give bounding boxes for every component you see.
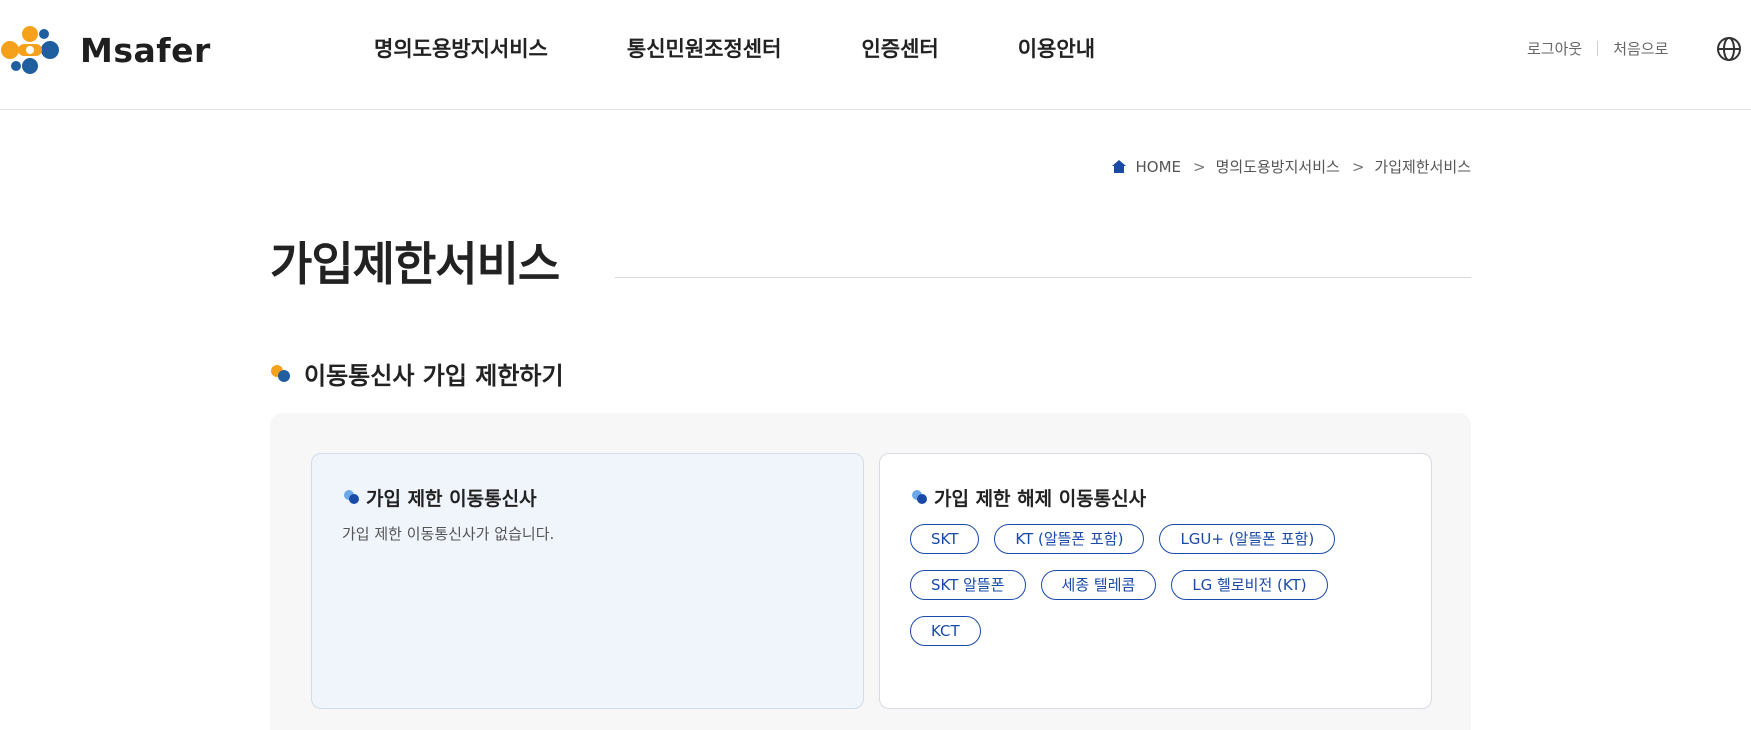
- chevron-right-icon: >: [1351, 157, 1365, 176]
- card-bullet-icon: [912, 490, 927, 504]
- carrier-tag-kt[interactable]: KT (알뜰폰 포함): [994, 524, 1145, 554]
- utility-links: 로그아웃 처음으로: [1527, 38, 1668, 59]
- card-title: 가입 제한 이동통신사: [343, 484, 537, 511]
- site-header: Msafer 명의도용방지서비스 통신민원조정센터 인증센터 이용안내 로그아웃…: [0, 0, 1751, 110]
- carrier-panel: 가입 제한 이동통신사 가입 제한 이동통신사가 없습니다. 가입 제한 해제 …: [270, 413, 1471, 730]
- carrier-tag-skt[interactable]: SKT: [910, 524, 980, 554]
- released-title: 가입 제한 해제 이동통신사: [934, 488, 1147, 510]
- restricted-title: 가입 제한 이동통신사: [366, 488, 537, 510]
- main-nav: 명의도용방지서비스 통신민원조정센터 인증센터 이용안내: [374, 34, 1174, 64]
- section-title-text: 이동통신사 가입 제한하기: [304, 362, 564, 390]
- page-title: 가입제한서비스: [270, 237, 560, 291]
- divider: [1597, 41, 1599, 56]
- carrier-tag-skt-mvno[interactable]: SKT 알뜰폰: [910, 570, 1026, 600]
- section-bullet-icon: [271, 364, 290, 382]
- card-bullet-icon: [344, 490, 359, 504]
- home-link[interactable]: 처음으로: [1613, 38, 1668, 59]
- carrier-tag-lgu[interactable]: LGU+ (알뜰폰 포함): [1159, 524, 1336, 554]
- nav-item-complaint-center[interactable]: 통신민원조정센터: [627, 34, 782, 64]
- chevron-right-icon: >: [1193, 157, 1206, 176]
- carrier-tag-sejong[interactable]: 세종 텔레콤: [1040, 570, 1157, 600]
- nav-item-identity-theft[interactable]: 명의도용방지서비스: [374, 34, 548, 64]
- logo[interactable]: Msafer: [0, 22, 211, 78]
- home-icon[interactable]: [1111, 160, 1126, 173]
- globe-icon[interactable]: [1716, 36, 1742, 62]
- section-title: 이동통신사 가입 제한하기: [270, 356, 564, 391]
- nav-item-certification[interactable]: 인증센터: [861, 34, 938, 64]
- carrier-tag-lg-hellovision[interactable]: LG 헬로비전 (KT): [1171, 570, 1328, 600]
- card-title: 가입 제한 해제 이동통신사: [911, 484, 1146, 511]
- empty-message: 가입 제한 이동통신사가 없습니다.: [342, 525, 555, 543]
- msafer-logo-icon: [1, 26, 59, 74]
- breadcrumb-home[interactable]: HOME: [1136, 158, 1182, 176]
- nav-item-guide[interactable]: 이용안내: [1018, 34, 1095, 64]
- carrier-tag-list: SKT KT (알뜰폰 포함) LGU+ (알뜰폰 포함) SKT 알뜰폰 세종…: [910, 524, 1410, 662]
- breadcrumb: HOME > 명의도용방지서비스 > 가입제한서비스: [1111, 156, 1471, 177]
- logo-text: Msafer: [80, 30, 211, 70]
- released-carriers-card: 가입 제한 해제 이동통신사 SKT KT (알뜰폰 포함) LGU+ (알뜰폰…: [879, 453, 1432, 709]
- logout-link[interactable]: 로그아웃: [1527, 38, 1582, 59]
- breadcrumb-level2[interactable]: 가입제한서비스: [1374, 156, 1471, 177]
- restricted-carriers-card: 가입 제한 이동통신사 가입 제한 이동통신사가 없습니다.: [311, 453, 864, 709]
- title-divider: [615, 277, 1471, 278]
- breadcrumb-level1[interactable]: 명의도용방지서비스: [1216, 156, 1340, 177]
- carrier-tag-kct[interactable]: KCT: [910, 616, 981, 646]
